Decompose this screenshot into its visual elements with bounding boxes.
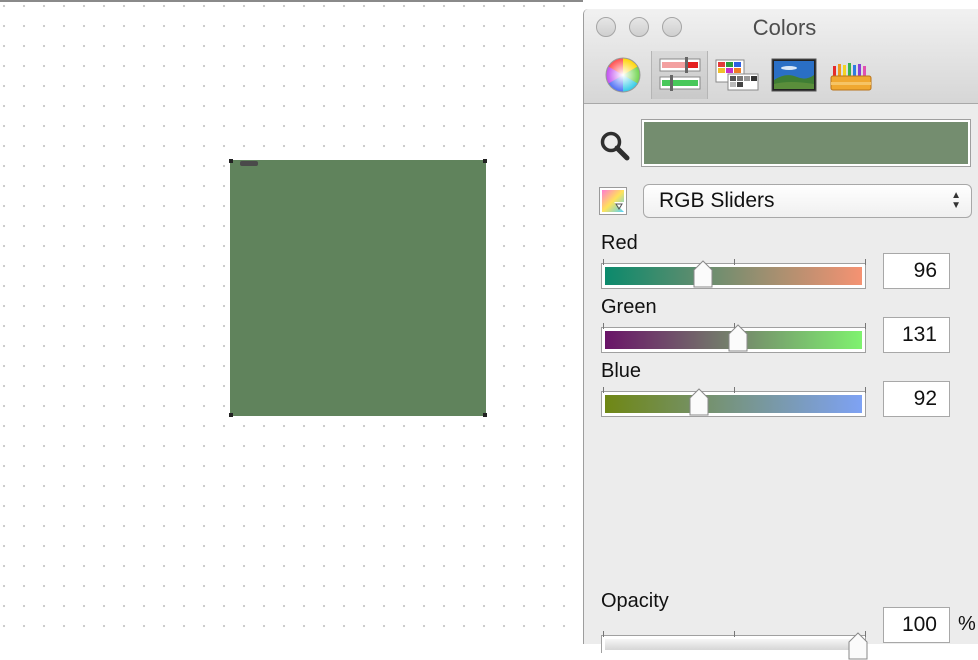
- green-slider-thumb[interactable]: [727, 324, 749, 352]
- color-mode-select-value: RGB Sliders: [659, 189, 775, 212]
- drawing-canvas[interactable]: [0, 0, 583, 644]
- green-slider-label: Green: [601, 296, 657, 318]
- green-slider[interactable]: [601, 323, 866, 353]
- red-slider-thumb[interactable]: [692, 260, 714, 288]
- blue-slider[interactable]: [601, 387, 866, 417]
- corner-handle-top-right[interactable]: [483, 159, 487, 163]
- crayons-icon: [830, 63, 871, 91]
- selected-square-shape[interactable]: [229, 159, 487, 417]
- tab-color-wheel[interactable]: [594, 51, 651, 99]
- opacity-label: Opacity: [601, 590, 669, 612]
- corner-handle-bottom-right[interactable]: [483, 413, 487, 417]
- opacity-value-field[interactable]: 100: [883, 607, 950, 643]
- corner-handle-bottom-left[interactable]: [229, 413, 233, 417]
- chevron-updown-icon: ▲ ▼: [951, 190, 961, 211]
- color-mode-select[interactable]: RGB Sliders ▲ ▼: [643, 184, 972, 218]
- blue-value-field[interactable]: 92: [883, 381, 950, 417]
- color-mode-toolbar: [594, 51, 879, 99]
- shape-handle[interactable]: [240, 161, 258, 166]
- search-icon[interactable]: [598, 129, 632, 163]
- panel-title: Colors: [752, 15, 817, 40]
- current-color-swatch[interactable]: [641, 119, 971, 167]
- panel-titlebar: Colors: [584, 9, 978, 104]
- colors-panel: Colors RGB Sliders ▲ ▼ Opacity 100 % Red…: [583, 9, 978, 660]
- green-value-field[interactable]: 131: [883, 317, 950, 353]
- red-value-field[interactable]: 96: [883, 253, 950, 289]
- red-slider[interactable]: [601, 259, 866, 289]
- blue-slider-thumb[interactable]: [688, 388, 710, 416]
- color-picker-icon[interactable]: [599, 187, 627, 215]
- tab-color-sliders[interactable]: [651, 51, 708, 99]
- tab-color-palettes[interactable]: [708, 51, 765, 99]
- blue-slider-label: Blue: [601, 360, 642, 382]
- tab-image-palettes[interactable]: [765, 51, 822, 99]
- color-sliders-icon: [659, 57, 700, 91]
- tab-crayons[interactable]: [822, 51, 879, 99]
- color-wheel-icon: [605, 57, 640, 93]
- image-palettes-icon: [771, 58, 816, 92]
- red-slider-label: Red: [601, 232, 638, 254]
- opacity-slider[interactable]: [601, 631, 868, 660]
- color-palettes-icon: [715, 59, 758, 91]
- opacity-slider-thumb[interactable]: [847, 632, 869, 660]
- corner-handle-top-left[interactable]: [229, 159, 233, 163]
- opacity-percent-label: %: [958, 613, 976, 635]
